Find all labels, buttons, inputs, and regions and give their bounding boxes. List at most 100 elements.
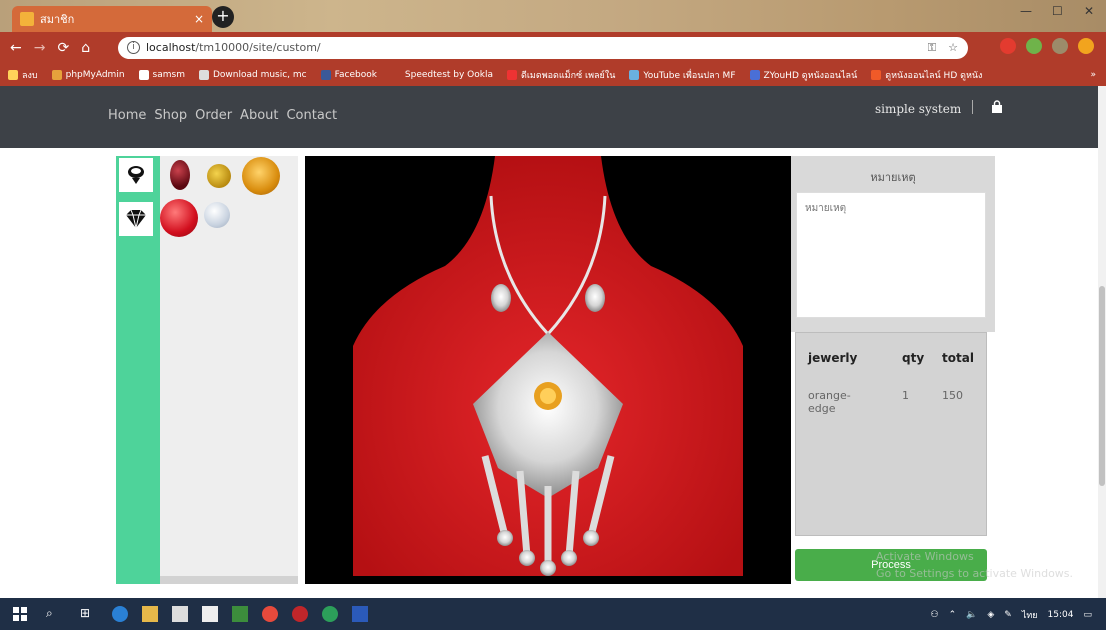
gem-ruby[interactable]	[160, 199, 198, 237]
bookmark-icon	[871, 70, 882, 80]
bookmark-item[interactable]: phpMyAdmin	[51, 70, 125, 80]
gem-dark-red[interactable]	[170, 160, 190, 190]
menu-icon[interactable]	[1078, 38, 1094, 54]
network-icon[interactable]: ◈	[987, 610, 994, 620]
file-explorer-icon[interactable]	[142, 606, 158, 622]
category-pendant[interactable]	[119, 158, 153, 192]
bookmark-label: ดีเมดพอดแม็กซ์ เพลย์ใน	[521, 71, 616, 81]
bookmark-label: samsm	[152, 70, 185, 80]
scrollbar-thumb[interactable]	[1099, 286, 1105, 486]
bookmark-item[interactable]: Facebook	[320, 70, 377, 80]
bookmark-icon	[8, 70, 18, 80]
nav-shop[interactable]: Shop	[154, 108, 187, 123]
tab-close-icon[interactable]: ×	[194, 12, 204, 26]
necklace-image	[353, 156, 743, 576]
bookmark-star-icon[interactable]: ☆	[948, 37, 958, 59]
gem-yellow[interactable]	[207, 164, 231, 188]
notes-panel: หมายเหตุ	[791, 156, 995, 332]
jewelry-preview	[305, 156, 791, 584]
gem-diamond[interactable]	[204, 202, 230, 228]
row-qty: 1	[902, 389, 909, 402]
opera-icon[interactable]	[292, 606, 308, 622]
watermark-line2: Go to Settings to activate Windows.	[876, 567, 1074, 580]
bookmark-item[interactable]: samsm	[138, 70, 185, 80]
bookmark-item[interactable]: ดูหนังออนไลน์ HD ดูหนัง	[871, 68, 982, 82]
bookmark-icon	[629, 70, 640, 80]
nav-about[interactable]: About	[240, 108, 278, 123]
language-indicator[interactable]: ไทย	[1022, 608, 1038, 622]
nav-order[interactable]: Order	[195, 108, 232, 123]
bookmark-item[interactable]: YouTube เพื่อนปลา MF	[629, 68, 736, 82]
mail-icon[interactable]	[202, 606, 218, 622]
back-icon[interactable]: ←	[10, 40, 22, 56]
bookmark-item[interactable]: ZYouHD ดูหนังออนไลน์	[749, 68, 858, 82]
home-icon[interactable]: ⌂	[81, 40, 90, 56]
bookmark-icon	[507, 70, 517, 80]
notification-icon[interactable]: ▭	[1083, 610, 1092, 620]
search-icon[interactable]: ⌕	[46, 606, 62, 622]
row-total: 150	[942, 389, 963, 402]
site-info-icon[interactable]: i	[127, 41, 140, 54]
header-total: total	[942, 351, 974, 365]
shopping-bag-icon[interactable]	[990, 100, 1004, 114]
bookmarks-more-icon[interactable]: »	[1090, 70, 1096, 80]
minimize-icon[interactable]: —	[1020, 4, 1032, 18]
page-scrollbar[interactable]	[1098, 86, 1106, 598]
bookmark-item[interactable]: ลงบ	[8, 68, 38, 82]
extension-icons	[1000, 38, 1094, 54]
windows-start-icon[interactable]	[12, 606, 28, 622]
forward-icon[interactable]: →	[34, 40, 46, 56]
maximize-icon[interactable]: ☐	[1052, 4, 1063, 18]
window-close-icon[interactable]: ✕	[1084, 4, 1094, 18]
bookmark-icon	[138, 70, 149, 80]
bookmarks-bar: ลงบ phpMyAdmin samsm Download music, mc …	[0, 64, 1106, 86]
bookmark-label: Download music, mc	[212, 70, 307, 80]
pen-icon[interactable]: ✎	[1004, 610, 1012, 620]
extension-green-icon[interactable]	[1026, 38, 1042, 54]
bookmark-icon	[51, 70, 62, 80]
browser-titlebar: สมาชิก × + — ☐ ✕	[0, 0, 1106, 32]
bookmark-label: Facebook	[334, 70, 377, 80]
category-gem[interactable]	[119, 202, 153, 236]
word-icon[interactable]	[352, 606, 368, 622]
tab-title: สมาชิก	[40, 13, 75, 26]
chevron-up-icon[interactable]: ⌃	[949, 610, 957, 620]
bookmark-item[interactable]: Download music, mc	[198, 70, 307, 80]
bookmark-icon	[390, 70, 401, 80]
people-icon[interactable]: ⚇	[931, 610, 939, 620]
bookmark-icon	[198, 70, 209, 80]
notes-title: หมายเหตุ	[870, 171, 916, 184]
reload-icon[interactable]: ⟳	[57, 40, 69, 56]
app-icon[interactable]	[232, 606, 248, 622]
new-tab-button[interactable]: +	[212, 6, 234, 28]
pendant-icon	[128, 166, 144, 184]
gem-orange[interactable]	[242, 157, 280, 195]
nav-links: Home Shop Order About Contact	[108, 108, 337, 123]
edge-icon[interactable]	[112, 606, 128, 622]
notes-textarea[interactable]	[796, 192, 986, 318]
address-bar[interactable]: i localhost/tm10000/site/custom/ ⚿ ☆	[118, 37, 968, 59]
bookmark-item[interactable]: ดีเมดพอดแม็กซ์ เพลย์ใน	[507, 68, 615, 82]
url-host: localhost	[146, 41, 196, 54]
brand-name[interactable]: simple system	[875, 102, 961, 116]
tab-favicon-icon	[20, 12, 34, 26]
app-green-icon[interactable]	[322, 606, 338, 622]
bookmark-label: YouTube เพื่อนปลา MF	[643, 71, 736, 81]
store-icon[interactable]	[172, 606, 188, 622]
header-jewerly: jewerly	[808, 351, 858, 365]
brand-divider	[972, 100, 973, 114]
task-view-icon[interactable]: ⊞	[80, 606, 96, 622]
browser-tab[interactable]: สมาชิก ×	[12, 6, 212, 32]
facebook-icon	[320, 70, 331, 80]
bookmark-item[interactable]: Speedtest by Ookla	[390, 70, 493, 80]
profile-avatar-icon[interactable]	[1052, 38, 1068, 54]
nav-home[interactable]: Home	[108, 108, 146, 123]
extension-red-icon[interactable]	[1000, 38, 1016, 54]
bookmark-label: ZYouHD ดูหนังออนไลน์	[763, 71, 858, 81]
nav-contact[interactable]: Contact	[286, 108, 337, 123]
diamond-icon	[126, 209, 146, 229]
clock[interactable]: 15:04	[1048, 610, 1074, 620]
chrome-icon[interactable]	[262, 606, 278, 622]
key-icon[interactable]: ⚿	[928, 37, 936, 59]
volume-icon[interactable]: 🔈	[966, 610, 977, 620]
